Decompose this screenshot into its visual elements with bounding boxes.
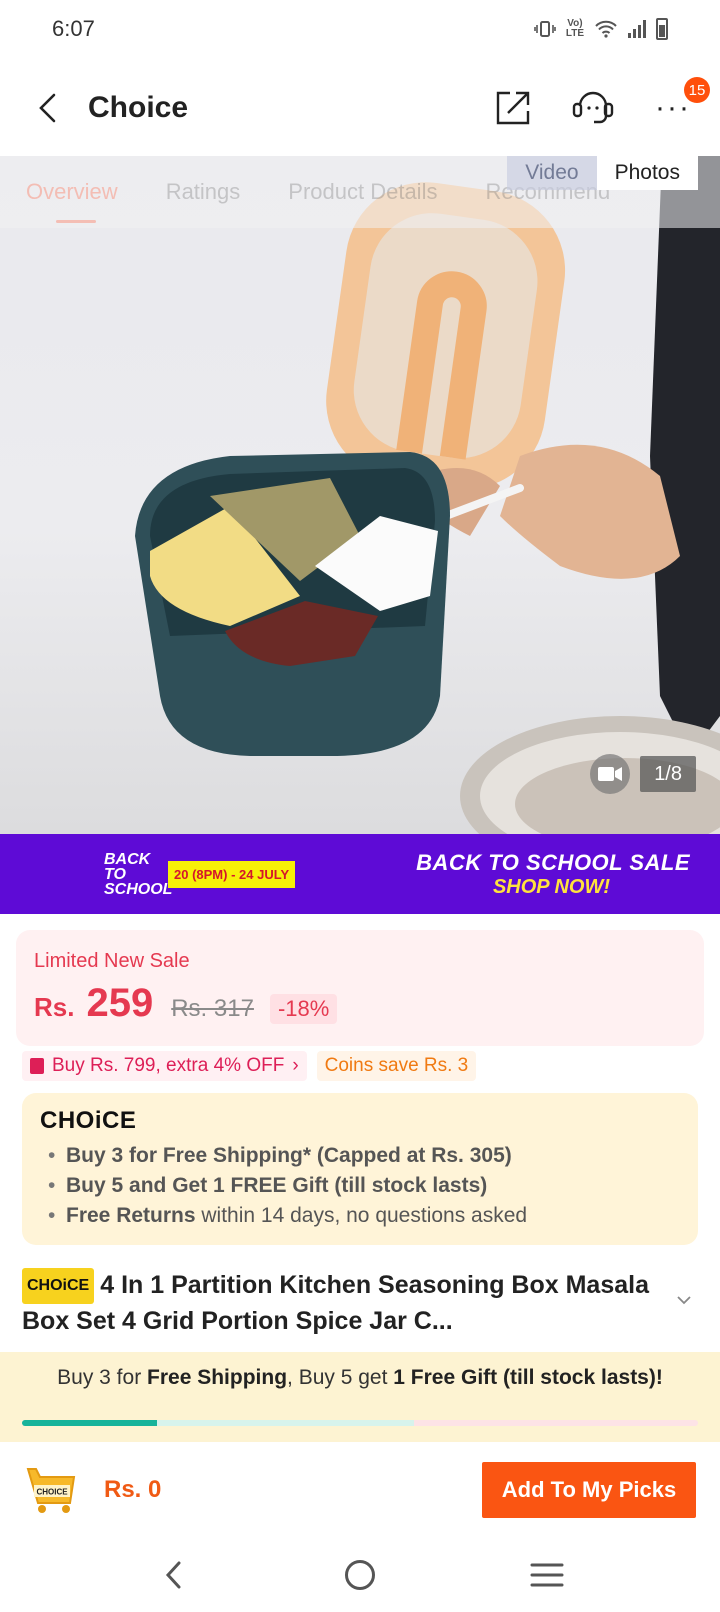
support-agent-icon (572, 91, 614, 124)
status-icons: Vo) LTE (534, 18, 668, 40)
discount-badge: -18% (269, 994, 338, 1024)
free-shipping-strip: Buy 3 for Free Shipping, Buy 5 get 1 Fre… (0, 1352, 720, 1442)
choice-benefits[interactable]: CHOiCE Buy 3 for Free Shipping* (Capped … (22, 1093, 698, 1245)
product-gallery[interactable]: Overview Ratings Product Details Recomme… (0, 156, 720, 834)
price-currency: Rs. (34, 992, 75, 1022)
network-type: LTE (565, 28, 584, 39)
header-actions: ··· 15 (490, 77, 710, 131)
bottom-action-bar: CHOICE Rs. 0 Add To My Picks (0, 1442, 720, 1538)
ship-text-bold: 1 Free Gift (till stock lasts)! (393, 1366, 663, 1389)
promo-banner[interactable]: BACK TO SCHOOL 20 (8PM) - 24 JULY BACK T… (0, 834, 720, 914)
status-bar: 6:07 Vo) LTE (0, 0, 720, 58)
customer-service-button[interactable] (570, 85, 616, 131)
choice-cart-button[interactable]: CHOICE (24, 1465, 78, 1515)
ship-text-part: , Buy 5 get (287, 1366, 394, 1389)
app-header: Choice ··· 15 (0, 58, 720, 158)
nav-back-button[interactable] (143, 1550, 203, 1600)
play-video-button[interactable] (590, 754, 630, 794)
nav-recents-button[interactable] (517, 1550, 577, 1600)
sale-label: Limited New Sale (34, 950, 190, 972)
product-title[interactable]: CHOiCE 4 In 1 Partition Kitchen Seasoning… (22, 1268, 662, 1338)
vibrate-icon (534, 19, 556, 39)
volte-icon: Vo) LTE (565, 18, 584, 39)
ship-text-bold: Free Shipping (147, 1366, 288, 1389)
shipping-promo-text: Buy 3 for Free Shipping, Buy 5 get 1 Fre… (0, 1366, 720, 1390)
system-nav-bar (0, 1538, 720, 1612)
banner-cta: SHOP NOW! (492, 875, 610, 898)
shipping-progress-bar (22, 1420, 698, 1426)
video-camera-icon (598, 767, 622, 781)
sale-date-range: 20 (8PM) - 24 JULY (168, 860, 296, 888)
banner-text: BACK TO SCHOOL SALE SHOP NOW! (295, 850, 690, 899)
media-toggle: Video Photos (507, 156, 698, 190)
benefit-bold: Free Returns (66, 1204, 196, 1227)
benefit-item: Buy 3 for Free Shipping* (Capped at Rs. … (40, 1141, 680, 1171)
status-time: 6:07 (52, 16, 95, 41)
ship-text-part: Buy 3 for (57, 1366, 148, 1389)
progress-fill (22, 1420, 158, 1426)
share-button[interactable] (490, 85, 536, 131)
benefit-rest: within 14 days, no questions asked (195, 1204, 528, 1227)
wifi-icon (594, 19, 618, 39)
nav-back-icon (166, 1561, 181, 1589)
back-to-school-logo: BACK TO SCHOOL (104, 850, 173, 898)
shopping-cart-icon: CHOICE (26, 1468, 76, 1513)
product-photo (135, 156, 720, 834)
choice-logo: CHOiCE (40, 1107, 137, 1134)
product-title-text: 4 In 1 Partition Kitchen Seasoning Box M… (22, 1271, 649, 1335)
tab-overview[interactable]: Overview (26, 179, 118, 223)
video-toggle[interactable]: Video (507, 156, 597, 190)
original-price: Rs. 317 (171, 995, 254, 1022)
benefits-list: Buy 3 for Free Shipping* (Capped at Rs. … (40, 1141, 680, 1231)
nav-home-icon (344, 1560, 375, 1590)
banner-title: BACK TO SCHOOL SALE (416, 849, 690, 875)
benefit-item: Free Returns within 14 days, no question… (40, 1201, 680, 1231)
current-price: 259 (86, 981, 154, 1025)
cart-label: CHOICE (36, 1488, 68, 1497)
battery-icon (656, 18, 668, 40)
more-button[interactable]: ··· 15 (650, 77, 710, 131)
cart-amount: Rs. 0 (104, 1476, 162, 1503)
benefit-bold: Buy 5 and Get 1 FREE Gift (till stock la… (66, 1174, 488, 1197)
tab-ratings[interactable]: Ratings (166, 179, 241, 205)
coupon-icon (30, 1058, 44, 1074)
price-card: Limited New Sale Rs. 259 Rs. 317 -18% (16, 930, 704, 1046)
benefit-item: Buy 5 and Get 1 FREE Gift (till stock la… (40, 1171, 680, 1201)
chevron-left-icon (39, 93, 56, 123)
back-button[interactable] (24, 85, 70, 131)
chevron-right-icon: › (292, 1055, 299, 1076)
coins-chip[interactable]: Coins save Rs. 3 (316, 1051, 477, 1081)
expand-title-button[interactable] (674, 1290, 694, 1310)
add-to-picks-button[interactable]: Add To My Picks (482, 1462, 696, 1518)
share-icon (496, 91, 530, 125)
price-row: Rs. 259 Rs. 317 -18% (34, 981, 686, 1026)
nav-home-button[interactable] (330, 1550, 390, 1600)
benefit-bold: Buy 3 for Free Shipping* (Capped at Rs. … (66, 1144, 512, 1167)
notification-badge: 15 (684, 77, 710, 103)
photos-toggle[interactable]: Photos (596, 156, 698, 190)
page-title: Choice (88, 91, 189, 124)
nav-menu-icon (530, 1563, 564, 1587)
photo-counter: 1/8 (640, 756, 696, 792)
store-offer-chip[interactable]: Buy Rs. 799, extra 4% OFF › (22, 1051, 307, 1081)
signal-icon (628, 20, 646, 38)
choice-badge: CHOiCE (22, 1268, 95, 1304)
offer-chips: Buy Rs. 799, extra 4% OFF › Coins save R… (22, 1051, 477, 1081)
store-offer-text: Buy Rs. 799, extra 4% OFF (52, 1055, 285, 1076)
tab-product-details[interactable]: Product Details (288, 179, 437, 205)
